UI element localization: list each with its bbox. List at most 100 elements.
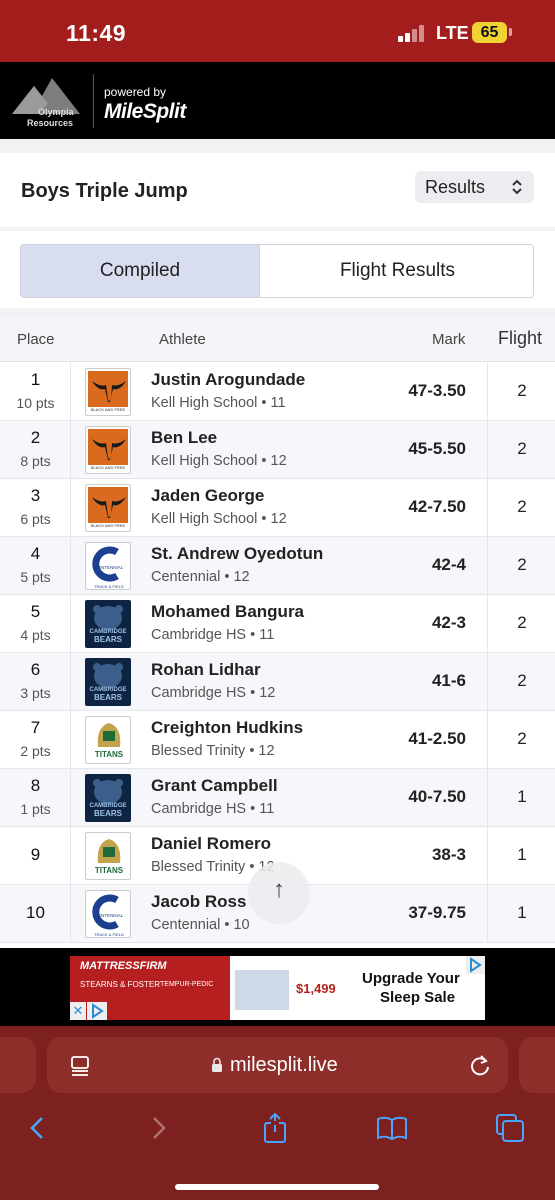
table-row[interactable]: 1 10 pts BLACK AND FREE Justin Arogundade Ke… — [0, 363, 555, 421]
results-view-select[interactable]: Results — [415, 171, 534, 203]
table-row[interactable]: 3 6 pts BLACK AND FREE Jaden George Kell Hig… — [0, 479, 555, 537]
team-logo-cambridge: CAMBRIDGE BEARS — [85, 658, 131, 706]
longhorn-icon — [92, 439, 126, 460]
flight-cell: 2 — [487, 537, 555, 595]
athlete-name[interactable]: Mohamed Bangura — [151, 602, 304, 622]
team-logo-titans: TITANS — [85, 832, 131, 880]
centennial-c-icon: CENTENNIAL TRACK & FIELD — [92, 546, 124, 589]
bookmarks-icon[interactable] — [376, 1112, 408, 1144]
place-number: 7 — [30, 718, 41, 737]
athlete-name[interactable]: Creighton Hudkins — [151, 718, 303, 738]
previous-tab-peek[interactable] — [0, 1037, 36, 1093]
table-row[interactable]: 7 2 pts TITANS Creighton Hudkins Blessed Tri… — [0, 711, 555, 769]
team-logo-kell: BLACK AND FREE — [85, 426, 131, 474]
browser-chrome: milesplit.live — [0, 1026, 555, 1200]
athlete-name[interactable]: Jacob Ross — [151, 892, 246, 912]
athlete-name[interactable]: Ben Lee — [151, 428, 217, 448]
adchoices-icon[interactable] — [87, 1002, 107, 1020]
athlete-school[interactable]: Centennial • 12 — [151, 569, 250, 585]
olympia-resources-logo[interactable]: Olympia Resources — [8, 70, 86, 130]
athlete-name[interactable]: Justin Arogundade — [151, 370, 305, 390]
athlete-school[interactable]: Cambridge HS • 12 — [151, 685, 275, 701]
table-row[interactable]: 2 8 pts BLACK AND FREE Ben Lee Kell High Sch… — [0, 421, 555, 479]
ad-brand-sub1: STEARNS & FOSTER — [80, 980, 161, 989]
place-number: 6 — [30, 660, 41, 679]
lock-icon — [212, 1057, 222, 1072]
flight-value: 2 — [517, 555, 527, 574]
flight-cell: 1 — [487, 885, 555, 943]
ad-price: $1,499 — [296, 981, 336, 996]
milesplit-logo[interactable]: MileSplit — [104, 100, 186, 124]
flight-value: 1 — [517, 903, 527, 922]
back-icon[interactable] — [22, 1112, 54, 1144]
section-spacer — [0, 139, 555, 153]
athlete-school[interactable]: Cambridge HS • 11 — [151, 801, 274, 817]
cellular-signal-icon — [398, 24, 428, 42]
athlete-school[interactable]: Blessed Trinity • 12 — [151, 743, 275, 759]
status-time: 11:49 — [66, 20, 127, 46]
place-number: 1 — [30, 370, 41, 389]
flight-value: 1 — [517, 787, 527, 806]
flight-value: 1 — [517, 845, 527, 864]
ad-banner[interactable]: MATTRESSFIRM STEARNS & FOSTER TEMPUR-PED… — [70, 956, 485, 1020]
bear-icon: CAMBRIDGEBEARS — [90, 779, 127, 818]
column-header-place[interactable]: Place — [17, 331, 55, 348]
share-icon[interactable] — [259, 1112, 291, 1144]
team-logo-kell: BLACK AND FREE — [85, 484, 131, 532]
team-logo-cambridge: CAMBRIDGE BEARS — [85, 774, 131, 822]
next-tab-peek[interactable] — [519, 1037, 555, 1093]
athlete-school[interactable]: Cambridge HS • 11 — [151, 627, 274, 643]
scroll-to-top-button[interactable]: ↑ — [248, 862, 310, 924]
column-header-athlete[interactable]: Athlete — [159, 331, 206, 348]
table-row[interactable]: 4 5 pts CENTENNIAL TRACK & FIELD St. Andrew … — [0, 537, 555, 595]
adchoices-corner-icon[interactable] — [466, 956, 485, 974]
athlete-name[interactable]: St. Andrew Oyedotun — [151, 544, 323, 564]
flight-cell: 2 — [487, 363, 555, 421]
place-cell: 10 — [0, 885, 71, 943]
athlete-school[interactable]: Kell High School • 12 — [151, 511, 287, 527]
tab-flight-results[interactable]: Flight Results — [260, 245, 533, 297]
athlete-school[interactable]: Centennial • 10 — [151, 917, 250, 933]
chevron-up-down-icon — [512, 179, 522, 195]
flight-cell: 1 — [487, 827, 555, 885]
svg-text:BEARS: BEARS — [94, 635, 123, 644]
forward-icon[interactable] — [142, 1112, 174, 1144]
athlete-school[interactable]: Kell High School • 12 — [151, 453, 287, 469]
flight-cell: 2 — [487, 421, 555, 479]
athlete-name[interactable]: Grant Campbell — [151, 776, 278, 796]
team-logo-kell: BLACK AND FREE — [85, 368, 131, 416]
ad-headline-line2: Sleep Sale — [380, 989, 456, 1006]
powered-by-label: powered by — [104, 85, 167, 99]
athlete-mark: 42-4 — [431, 555, 466, 574]
table-row[interactable]: 5 4 pts CAMBRIDGE BEARS Mohamed Bangura Cambr… — [0, 595, 555, 653]
ad-close-icon[interactable]: ✕ — [70, 1002, 86, 1020]
table-row[interactable]: 6 3 pts CAMBRIDGE BEARS Rohan Lidhar Cambridg… — [0, 653, 555, 711]
athlete-name[interactable]: Jaden George — [151, 486, 264, 506]
address-bar[interactable]: milesplit.live — [47, 1037, 508, 1093]
tab-compiled[interactable]: Compiled — [21, 245, 260, 297]
athlete-name[interactable]: Rohan Lidhar — [151, 660, 261, 680]
tabs-icon[interactable] — [494, 1112, 526, 1144]
svg-text:CENTENNIAL: CENTENNIAL — [95, 565, 124, 570]
flight-cell: 2 — [487, 595, 555, 653]
column-header-flight[interactable]: Flight — [498, 328, 542, 349]
reload-icon[interactable] — [469, 1053, 491, 1077]
place-cell: 4 5 pts — [0, 537, 71, 595]
table-row[interactable]: 8 1 pts CAMBRIDGE BEARS Grant Campbell Cambri… — [0, 769, 555, 827]
athlete-school[interactable]: Kell High School • 11 — [151, 395, 286, 411]
bear-icon: CAMBRIDGEBEARS — [90, 605, 127, 644]
place-cell: 3 6 pts — [0, 479, 71, 537]
network-type: LTE — [436, 23, 469, 43]
place-cell: 7 2 pts — [0, 711, 71, 769]
team-logo-centennial: CENTENNIAL TRACK & FIELD — [85, 542, 131, 590]
longhorn-icon — [92, 381, 126, 402]
column-header-mark[interactable]: Mark — [432, 331, 465, 348]
athlete-name[interactable]: Daniel Romero — [151, 834, 271, 854]
place-number: 5 — [30, 602, 41, 621]
flight-cell: 2 — [487, 479, 555, 537]
page-menu-icon[interactable] — [69, 1055, 91, 1077]
flight-value: 2 — [517, 729, 527, 748]
place-points: 10 pts — [16, 395, 55, 411]
svg-text:BEARS: BEARS — [94, 809, 123, 818]
ad-headline-line1: Upgrade Your — [362, 970, 460, 987]
